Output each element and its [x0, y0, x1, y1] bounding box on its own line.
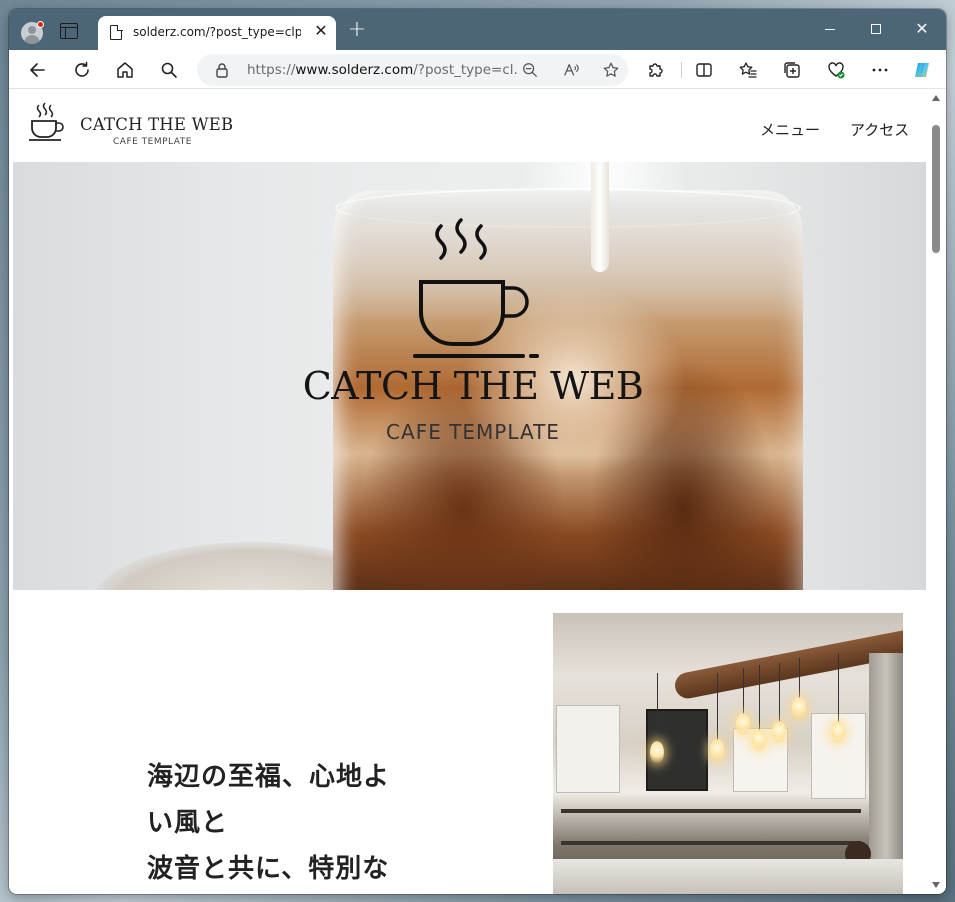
tab-title: solderz.com/?post_type=clp&p= [133, 25, 301, 39]
photo-bulb [792, 697, 806, 719]
photo-pillar [869, 653, 903, 894]
coffee-cup-icon [29, 102, 64, 141]
search-icon [161, 62, 177, 78]
nav-menu-link[interactable]: メニュー [760, 119, 820, 140]
new-tab-button[interactable]: + [346, 19, 368, 41]
collections-button[interactable] [777, 55, 807, 85]
scroll-down-arrow-icon[interactable] [932, 882, 940, 888]
more-menu-button[interactable] [865, 55, 895, 85]
hero-coffee-cup-icon [413, 218, 539, 358]
photo-wire [838, 653, 839, 723]
browser-window: solderz.com/?post_type=clp&p= ✕ + ✕ http… [9, 9, 946, 894]
browser-toolbar: https://www.solderz.com/?post_type=cl... [9, 50, 946, 89]
avatar-body [24, 35, 40, 44]
photo-bulb [736, 713, 750, 735]
photo-bulb [650, 741, 664, 763]
cafe-interior-photo [553, 613, 903, 894]
heart-pulse-icon [828, 62, 845, 79]
copilot-icon [915, 63, 929, 77]
copilot-button[interactable] [907, 55, 937, 85]
minimize-button[interactable] [807, 15, 853, 43]
url-path: /?post_type=cl... [413, 62, 519, 78]
hero-title: CATCH THE WEB [302, 364, 644, 408]
favorites-list-icon [739, 62, 757, 78]
back-arrow-icon [30, 63, 45, 77]
puzzle-icon [649, 63, 663, 77]
home-button[interactable] [110, 55, 140, 85]
photo-wire [743, 668, 744, 716]
tab-actions-icon[interactable] [60, 23, 78, 39]
zoom-out-icon[interactable] [520, 60, 540, 80]
active-tab[interactable]: solderz.com/?post_type=clp&p= ✕ [98, 16, 336, 50]
site-header: CATCH THE WEB CAFE TEMPLATE メニュー アクセス [13, 89, 926, 162]
read-aloud-icon[interactable] [561, 60, 581, 80]
site-logo[interactable]: CATCH THE WEB CAFE TEMPLATE [27, 101, 233, 151]
extensions-button[interactable] [641, 55, 671, 85]
logo-subtitle: CAFE TEMPLATE [113, 137, 192, 147]
toolbar-divider [681, 62, 682, 78]
refresh-button[interactable] [67, 55, 97, 85]
intro-line: 波音と共に、特別な [147, 854, 390, 884]
close-window-button[interactable]: ✕ [899, 15, 945, 43]
avatar-head [28, 26, 36, 34]
scroll-up-arrow-icon[interactable] [932, 95, 940, 101]
intro-line: い風と [147, 808, 229, 838]
maximize-button[interactable] [853, 15, 899, 43]
collections-icon [784, 62, 800, 78]
photo-counter [553, 859, 903, 894]
photo-wire [657, 673, 658, 743]
url-text[interactable]: https://www.solderz.com/?post_type=cl... [247, 62, 519, 78]
split-screen-button[interactable] [689, 55, 719, 85]
hero-banner: CATCH THE WEB CAFE TEMPLATE [13, 162, 926, 590]
search-button[interactable] [154, 55, 184, 85]
photo-wire [759, 665, 760, 731]
refresh-icon [75, 61, 89, 77]
minimize-icon [825, 28, 835, 30]
scrollbar-thumb[interactable] [932, 125, 940, 253]
page-icon [110, 24, 123, 40]
notification-dot [37, 21, 44, 28]
more-dots-icon [872, 68, 888, 72]
url-prefix: https:// [247, 62, 296, 78]
tab-bar: solderz.com/?post_type=clp&p= ✕ + ✕ [9, 9, 946, 50]
nav-access-link[interactable]: アクセス [850, 119, 909, 140]
page-viewport: CATCH THE WEB CAFE TEMPLATE メニュー アクセス CA… [13, 89, 926, 894]
favorites-button[interactable] [733, 55, 763, 85]
photo-bulb [831, 721, 845, 743]
maximize-icon [871, 24, 881, 34]
hero-logo: CATCH THE WEB CAFE TEMPLATE [283, 216, 663, 476]
photo-wire [717, 673, 718, 741]
photo-bulb [752, 729, 766, 751]
hero-subtitle: CAFE TEMPLATE [386, 420, 560, 444]
tab-close-icon[interactable]: ✕ [312, 22, 330, 40]
photo-shelf [561, 841, 861, 845]
intro-line: 海辺の至福、心地よ [147, 762, 391, 792]
url-host: www.solderz.com [295, 62, 414, 78]
logo-title: CATCH THE WEB [80, 115, 234, 134]
photo-bulb [710, 739, 724, 761]
favorite-star-icon[interactable] [601, 60, 621, 80]
photo-wire [799, 658, 800, 700]
lock-icon[interactable] [214, 62, 230, 78]
photo-wire [779, 663, 780, 723]
photo-bulb [772, 721, 786, 743]
address-bar[interactable]: https://www.solderz.com/?post_type=cl... [197, 54, 628, 86]
intro-heading: 海辺の至福、心地よ い風と 波音と共に、特別な [147, 754, 447, 892]
split-screen-icon [696, 63, 712, 77]
browser-essentials-button[interactable] [821, 55, 851, 85]
photo-menu-poster [556, 705, 620, 793]
back-button[interactable] [23, 55, 53, 85]
home-icon [117, 62, 133, 78]
photo-shelf [561, 809, 861, 813]
page-scrollbar[interactable] [926, 89, 946, 894]
